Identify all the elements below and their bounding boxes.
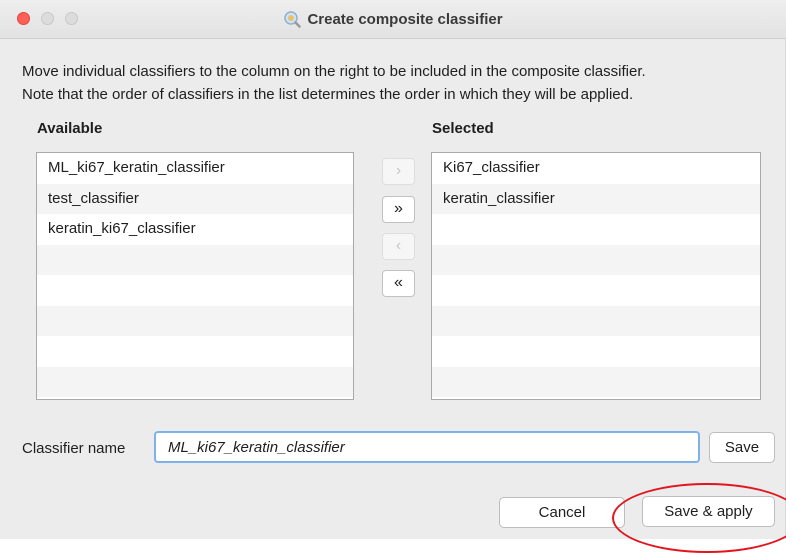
instructions-text: Move individual classifiers to the colum… xyxy=(22,60,782,106)
dialog-window: Create composite classifier Move individ… xyxy=(0,0,786,553)
list-item-empty xyxy=(432,336,760,367)
available-classifiers-list[interactable]: ML_ki67_keratin_classifier test_classifi… xyxy=(36,152,354,400)
list-item[interactable]: Ki67_classifier xyxy=(432,153,760,184)
classifier-name-label: Classifier name xyxy=(22,440,126,457)
available-label: Available xyxy=(37,120,103,137)
instructions-line-2: Note that the order of classifiers in th… xyxy=(22,86,634,103)
list-item[interactable]: ML_ki67_keratin_classifier xyxy=(37,153,353,184)
list-item-empty xyxy=(432,305,760,336)
instructions-line-1: Move individual classifiers to the colum… xyxy=(22,63,646,80)
window-title: Create composite classifier xyxy=(307,10,503,28)
move-all-left-button[interactable]: « xyxy=(382,270,415,297)
selected-classifiers-list[interactable]: Ki67_classifier keratin_classifier xyxy=(431,152,761,400)
move-left-button[interactable]: ‹ xyxy=(382,233,415,260)
list-item-empty xyxy=(37,305,353,336)
list-item-empty xyxy=(432,366,760,397)
save-and-apply-button[interactable]: Save & apply xyxy=(642,496,775,527)
list-item-empty xyxy=(37,244,353,275)
list-item-empty xyxy=(37,275,353,306)
list-item[interactable]: keratin_classifier xyxy=(432,183,760,214)
selected-label: Selected xyxy=(432,120,494,137)
list-item-empty xyxy=(432,214,760,245)
list-item[interactable]: test_classifier xyxy=(37,183,353,214)
cancel-button[interactable]: Cancel xyxy=(499,497,625,528)
move-all-right-button[interactable]: » xyxy=(382,196,415,223)
list-item-empty xyxy=(37,336,353,367)
title-group: Create composite classifier xyxy=(0,0,786,38)
list-item-empty xyxy=(37,366,353,397)
list-item[interactable]: keratin_ki67_classifier xyxy=(37,214,353,245)
classifier-name-input[interactable] xyxy=(154,431,700,463)
list-item-empty xyxy=(432,244,760,275)
move-right-button[interactable]: › xyxy=(382,158,415,185)
list-item-empty xyxy=(432,275,760,306)
app-magnifier-icon xyxy=(283,10,302,28)
save-button[interactable]: Save xyxy=(709,432,775,463)
title-bar[interactable]: Create composite classifier xyxy=(0,0,786,39)
